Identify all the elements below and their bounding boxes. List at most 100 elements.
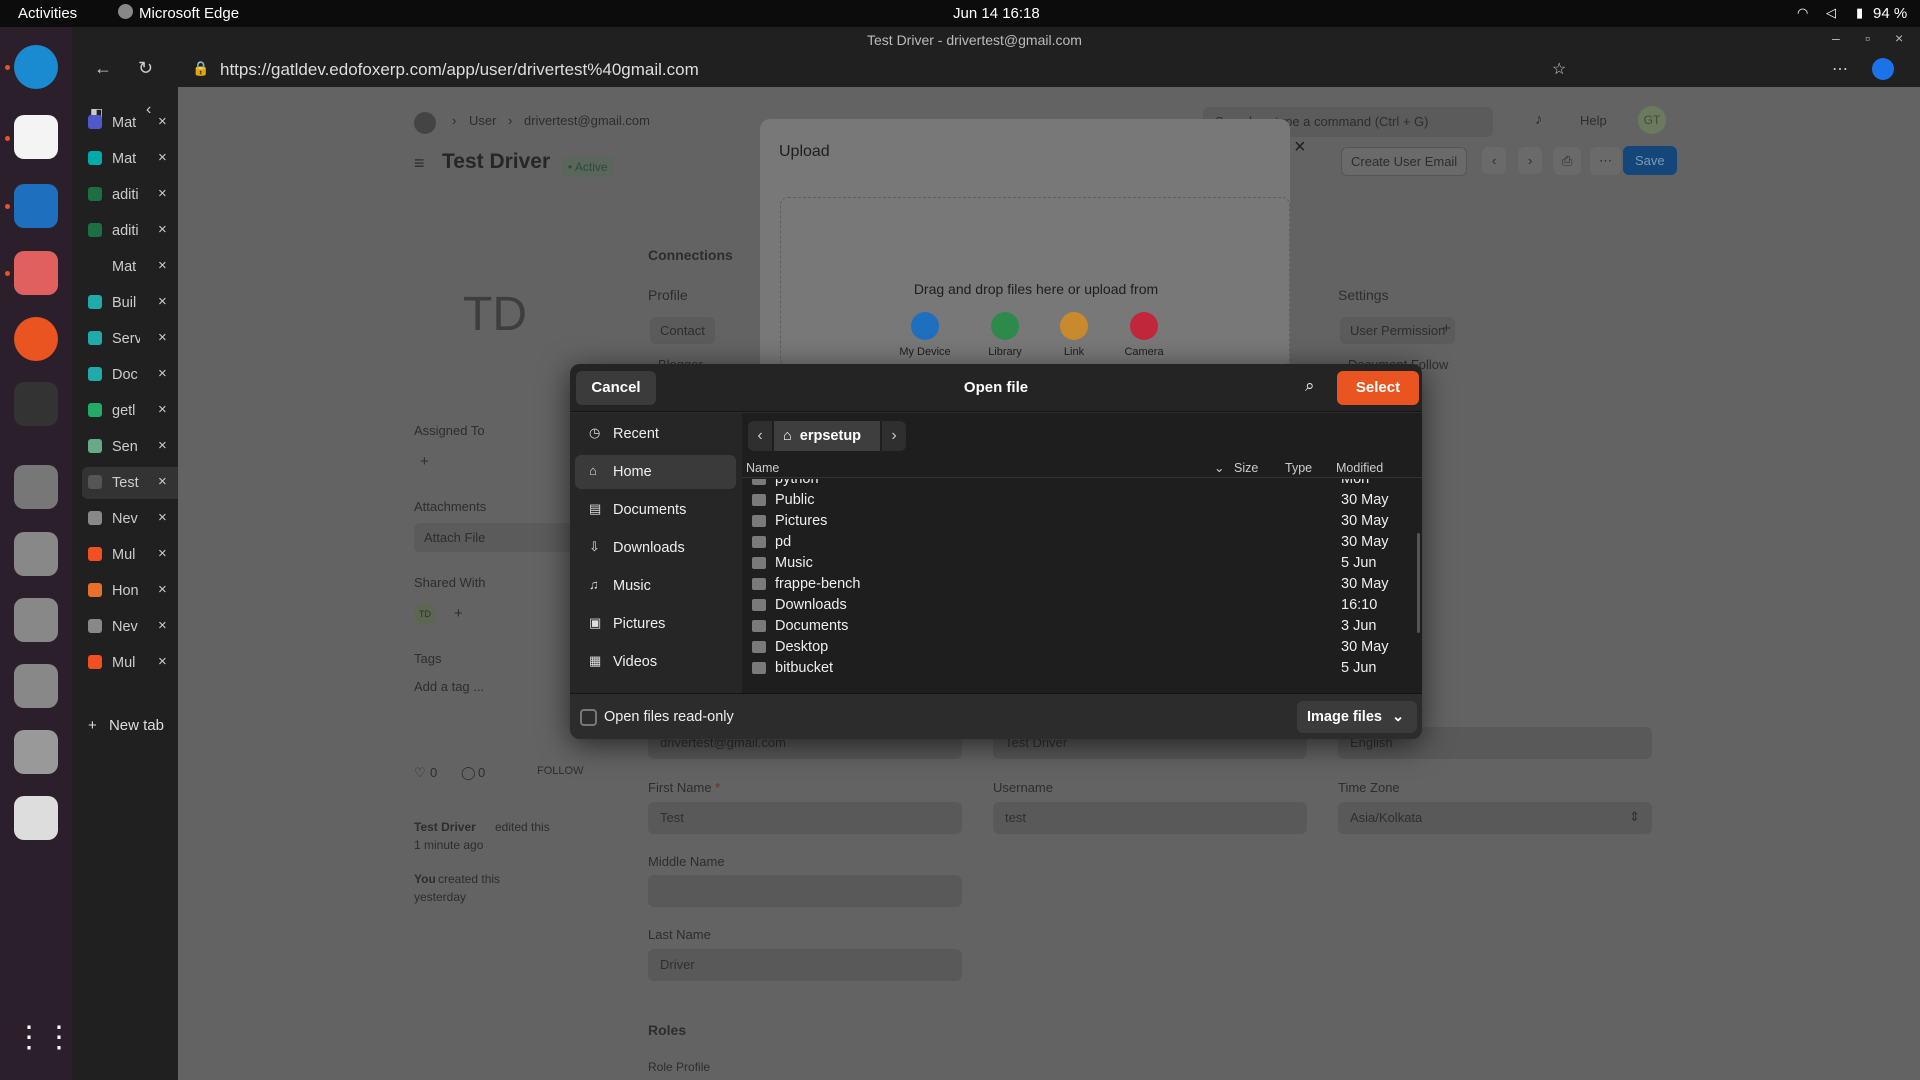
close-tab-icon[interactable]: ×: [158, 221, 167, 238]
path-crumb-home[interactable]: ⌂ erpsetup: [774, 421, 880, 451]
user-permission-link[interactable]: User Permission: [1340, 317, 1456, 344]
lock-icon[interactable]: 🔒: [192, 60, 209, 77]
maximize-button[interactable]: ▫: [1865, 30, 1870, 46]
close-tab-icon[interactable]: ×: [158, 509, 167, 526]
last-name-field[interactable]: Driver: [648, 949, 962, 981]
trash-icon[interactable]: [14, 796, 58, 840]
sidebar-item-documents[interactable]: ▤ Documents: [575, 493, 736, 527]
file-row[interactable]: Desktop 30 May: [742, 637, 1422, 658]
copilot-icon[interactable]: [1872, 58, 1894, 80]
more-actions-button[interactable]: ⋯: [1590, 147, 1621, 175]
close-icon[interactable]: ×: [1294, 136, 1306, 159]
sidebar-item-downloads[interactable]: ⇩ Downloads: [575, 531, 736, 565]
close-window-button[interactable]: ×: [1895, 30, 1903, 46]
close-tab-icon[interactable]: ×: [158, 113, 167, 130]
close-tab-icon[interactable]: ×: [158, 545, 167, 562]
help-menu[interactable]: Help: [1580, 113, 1607, 128]
share-add-icon[interactable]: +: [454, 605, 463, 622]
bell-icon[interactable]: ♪: [1535, 111, 1543, 128]
vscode-icon[interactable]: [14, 184, 58, 228]
path-forward-icon[interactable]: ›: [882, 421, 906, 451]
create-user-email-button[interactable]: Create User Email: [1341, 147, 1468, 176]
first-name-field[interactable]: Test: [648, 802, 962, 834]
close-tab-icon[interactable]: ×: [158, 185, 167, 202]
username-field[interactable]: test: [993, 802, 1307, 834]
search-icon[interactable]: ⌕: [1305, 376, 1315, 396]
close-tab-icon[interactable]: ×: [158, 617, 167, 634]
wifi-icon[interactable]: ◠: [1797, 5, 1808, 21]
sidebar-item-recent[interactable]: ◷ Recent: [575, 417, 736, 451]
file-row[interactable]: Downloads 16:10: [742, 595, 1422, 616]
ssd-icon[interactable]: [14, 730, 58, 774]
contact-link[interactable]: Contact: [650, 317, 715, 344]
file-row[interactable]: python Mon: [742, 479, 1422, 490]
file-row[interactable]: frappe-bench 30 May: [742, 574, 1422, 595]
add-permission-icon[interactable]: +: [1442, 320, 1451, 337]
back-button[interactable]: ←: [94, 58, 112, 79]
files-icon[interactable]: [14, 251, 58, 295]
scrollbar[interactable]: [1417, 533, 1420, 633]
add-tag-input[interactable]: Add a tag ...: [414, 679, 484, 694]
assign-add-icon[interactable]: +: [420, 453, 429, 470]
refresh-button[interactable]: ↻: [138, 58, 153, 79]
file-row[interactable]: Music 5 Jun: [742, 553, 1422, 574]
file-row[interactable]: pd 30 May: [742, 532, 1422, 553]
next-doc-button[interactable]: ›: [1518, 147, 1543, 174]
comment-icon[interactable]: ◯: [461, 765, 476, 781]
profile-initials[interactable]: TD: [463, 287, 527, 342]
timezone-select[interactable]: Asia/Kolkata ⇕: [1338, 802, 1652, 834]
more-menu-icon[interactable]: ⋯: [1832, 59, 1848, 79]
close-tab-icon[interactable]: ×: [158, 257, 167, 274]
upload-source-my-device[interactable]: My Device: [880, 312, 970, 358]
app-logo[interactable]: [414, 112, 436, 134]
size-column-header[interactable]: Size: [1234, 461, 1258, 475]
disk-icon[interactable]: [14, 465, 58, 509]
activity-user[interactable]: Test Driver: [414, 820, 476, 834]
type-column-header[interactable]: Type: [1285, 461, 1312, 475]
activity-user[interactable]: You: [414, 872, 436, 886]
breadcrumb-email[interactable]: drivertest@gmail.com: [524, 113, 650, 128]
text-editor-icon[interactable]: [14, 115, 58, 159]
edge-icon[interactable]: [14, 45, 58, 89]
follow-button[interactable]: FOLLOW: [537, 765, 583, 777]
sort-icon[interactable]: ⌄: [1214, 460, 1224, 475]
upload-source-camera[interactable]: Camera: [1099, 312, 1189, 358]
close-tab-icon[interactable]: ×: [158, 437, 167, 454]
close-tab-icon[interactable]: ×: [158, 401, 167, 418]
read-only-checkbox[interactable]: [580, 709, 597, 726]
sidebar-item-home[interactable]: ⌂ Home: [575, 455, 736, 489]
attach-file-button[interactable]: Attach File: [414, 523, 574, 552]
sidebar-toggle-icon[interactable]: ≡: [414, 153, 425, 174]
close-tab-icon[interactable]: ×: [158, 581, 167, 598]
sidebar-item-music[interactable]: ♫ Music: [575, 569, 736, 603]
minimize-button[interactable]: –: [1832, 30, 1840, 46]
file-row[interactable]: Pictures 30 May: [742, 511, 1422, 532]
name-column-header[interactable]: Name: [746, 461, 779, 475]
new-tab-button[interactable]: + New tab: [88, 717, 164, 734]
sidebar-item-pictures[interactable]: ▣ Pictures: [575, 607, 736, 641]
file-row[interactable]: Documents 3 Jun: [742, 616, 1422, 637]
close-tab-icon[interactable]: ×: [158, 473, 167, 490]
close-tab-icon[interactable]: ×: [158, 365, 167, 382]
optical-drive-icon[interactable]: [14, 532, 58, 576]
focused-app-label[interactable]: Microsoft Edge: [139, 5, 239, 22]
close-tab-icon[interactable]: ×: [158, 293, 167, 310]
close-tab-icon[interactable]: ×: [158, 329, 167, 346]
save-button[interactable]: Save: [1623, 146, 1677, 175]
optical-drive-icon[interactable]: [14, 598, 58, 642]
heart-icon[interactable]: ♡: [414, 765, 426, 781]
volume-icon[interactable]: ◁: [1826, 5, 1836, 21]
print-icon[interactable]: ⎙: [1553, 147, 1582, 175]
app-icon[interactable]: [14, 317, 58, 361]
battery-icon[interactable]: ▮: [1856, 5, 1863, 21]
path-back-icon[interactable]: ‹: [748, 421, 772, 451]
breadcrumb-user[interactable]: User: [469, 113, 496, 128]
show-apps-icon[interactable]: ⋮⋮: [14, 1020, 74, 1064]
terminal-icon[interactable]: [14, 382, 58, 426]
activities-button[interactable]: Activities: [18, 5, 77, 22]
user-avatar[interactable]: GT: [1638, 106, 1666, 134]
sidebar-item-videos[interactable]: ▦ Videos: [575, 645, 736, 679]
close-tab-icon[interactable]: ×: [158, 653, 167, 670]
select-button[interactable]: Select: [1337, 371, 1419, 405]
star-icon[interactable]: ☆: [1552, 59, 1566, 79]
